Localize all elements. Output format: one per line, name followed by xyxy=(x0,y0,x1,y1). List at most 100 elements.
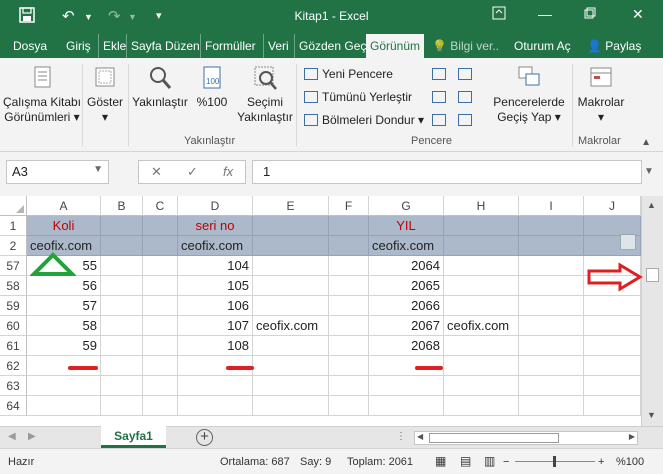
cell-d61[interactable]: 108 xyxy=(178,336,253,356)
cell-j59[interactable] xyxy=(584,296,641,316)
cell-g61[interactable]: 2068 xyxy=(369,336,444,356)
column-header-d[interactable]: D xyxy=(178,196,253,216)
tab-giris[interactable]: Giriş xyxy=(62,34,95,58)
hide-button[interactable] xyxy=(432,89,450,105)
cell-f60[interactable] xyxy=(329,316,369,336)
side-by-side-button[interactable] xyxy=(458,66,476,82)
cell-b60[interactable] xyxy=(101,316,143,336)
column-header-b[interactable]: B xyxy=(101,196,143,216)
cell-e58[interactable] xyxy=(253,276,329,296)
cell-c57[interactable] xyxy=(143,256,178,276)
cell-g1[interactable]: YIL xyxy=(369,216,444,236)
cell-f59[interactable] xyxy=(329,296,369,316)
cell-c58[interactable] xyxy=(143,276,178,296)
unhide-button[interactable] xyxy=(432,112,450,128)
cell-d2[interactable]: ceofix.com xyxy=(178,236,253,256)
column-header-h[interactable]: H xyxy=(444,196,519,216)
cell-d58[interactable]: 105 xyxy=(178,276,253,296)
name-box[interactable]: A3 ▼ xyxy=(6,160,109,184)
cell-g60[interactable]: 2067 xyxy=(369,316,444,336)
cell-a60[interactable]: 58 xyxy=(27,316,101,336)
collapse-ribbon-icon[interactable]: ▲ xyxy=(641,137,651,148)
cell-h62[interactable] xyxy=(444,356,519,376)
cell-i63[interactable] xyxy=(519,376,584,396)
cell-h61[interactable] xyxy=(444,336,519,356)
column-header-e[interactable]: E xyxy=(253,196,329,216)
row-header-2[interactable]: 2 xyxy=(0,236,27,256)
row-header-60[interactable]: 60 xyxy=(0,316,27,336)
cell-j62[interactable] xyxy=(584,356,641,376)
cell-b62[interactable] xyxy=(101,356,143,376)
column-header-i[interactable]: I xyxy=(519,196,584,216)
zoom-level[interactable]: %100 xyxy=(616,456,644,468)
cell-b59[interactable] xyxy=(101,296,143,316)
cell-e60[interactable]: ceofix.com xyxy=(253,316,329,336)
cell-h63[interactable] xyxy=(444,376,519,396)
tab-sayfa-duzen[interactable]: Sayfa Düzen xyxy=(126,34,204,58)
column-header-j[interactable]: J xyxy=(584,196,641,216)
cell-d59[interactable]: 106 xyxy=(178,296,253,316)
arrange-all-button[interactable]: Tümünü Yerleştir xyxy=(304,89,412,105)
cell-d1[interactable]: seri no xyxy=(178,216,253,236)
cell-f2[interactable] xyxy=(329,236,369,256)
cell-i2[interactable] xyxy=(519,236,584,256)
row-header-63[interactable]: 63 xyxy=(0,376,27,396)
minimize-icon[interactable]: — xyxy=(538,6,552,22)
sheet-tab-sayfa1[interactable]: Sayfa1 xyxy=(101,426,166,448)
zoom-button[interactable]: Yakınlaştır xyxy=(130,64,190,110)
prev-sheet-icon[interactable]: ◀ xyxy=(8,431,16,442)
cell-g64[interactable] xyxy=(369,396,444,416)
share-button[interactable]: 👤 Paylaş xyxy=(587,34,645,58)
cell-e61[interactable] xyxy=(253,336,329,356)
ribbon-options-icon[interactable] xyxy=(492,6,506,23)
freeze-panes-button[interactable]: Bölmeleri Dondur ▾ xyxy=(304,112,424,128)
cell-h2[interactable] xyxy=(444,236,519,256)
cell-f62[interactable] xyxy=(329,356,369,376)
cell-c59[interactable] xyxy=(143,296,178,316)
cell-f61[interactable] xyxy=(329,336,369,356)
cell-i60[interactable] xyxy=(519,316,584,336)
cell-i62[interactable] xyxy=(519,356,584,376)
h-scroll-thumb[interactable] xyxy=(429,433,559,443)
enter-icon[interactable]: ✓ xyxy=(187,164,198,180)
cell-c1[interactable] xyxy=(143,216,178,236)
column-header-c[interactable]: C xyxy=(143,196,178,216)
cell-h60[interactable]: ceofix.com xyxy=(444,316,519,336)
row-header-58[interactable]: 58 xyxy=(0,276,27,296)
cell-h57[interactable] xyxy=(444,256,519,276)
name-box-dropdown-icon[interactable]: ▼ xyxy=(93,164,103,175)
zoom-slider-thumb[interactable] xyxy=(553,456,556,467)
row-header-64[interactable]: 64 xyxy=(0,396,27,416)
macros-button[interactable]: Makrolar ▾ xyxy=(574,64,628,125)
cell-d64[interactable] xyxy=(178,396,253,416)
cell-f1[interactable] xyxy=(329,216,369,236)
add-sheet-button[interactable]: + xyxy=(196,429,213,446)
cell-b2[interactable] xyxy=(101,236,143,256)
scroll-left-icon[interactable]: ◀ xyxy=(417,432,423,441)
tab-gozden-gec[interactable]: Gözden Geç xyxy=(294,34,370,58)
cell-i59[interactable] xyxy=(519,296,584,316)
cell-j64[interactable] xyxy=(584,396,641,416)
expand-formula-icon[interactable]: ▼ xyxy=(644,160,658,184)
cell-j61[interactable] xyxy=(584,336,641,356)
cell-g59[interactable]: 2066 xyxy=(369,296,444,316)
tab-veri[interactable]: Veri xyxy=(263,34,293,58)
vertical-scrollbar[interactable]: ▲ ▼ xyxy=(641,196,663,426)
new-window-button[interactable]: Yeni Pencere xyxy=(304,66,393,82)
cell-e2[interactable] xyxy=(253,236,329,256)
cell-c63[interactable] xyxy=(143,376,178,396)
show-button[interactable]: Göster ▾ xyxy=(84,64,126,125)
maximize-icon[interactable] xyxy=(584,6,596,22)
cell-g58[interactable]: 2065 xyxy=(369,276,444,296)
sync-scroll-button[interactable] xyxy=(458,89,476,105)
cell-e64[interactable] xyxy=(253,396,329,416)
row-header-61[interactable]: 61 xyxy=(0,336,27,356)
cell-e1[interactable] xyxy=(253,216,329,236)
cell-e59[interactable] xyxy=(253,296,329,316)
cell-e57[interactable] xyxy=(253,256,329,276)
column-header-a[interactable]: A xyxy=(27,196,101,216)
cell-c60[interactable] xyxy=(143,316,178,336)
tab-split-handle[interactable]: ⋮ xyxy=(396,431,406,442)
insert-function-icon[interactable]: fx xyxy=(223,164,233,179)
cell-e63[interactable] xyxy=(253,376,329,396)
